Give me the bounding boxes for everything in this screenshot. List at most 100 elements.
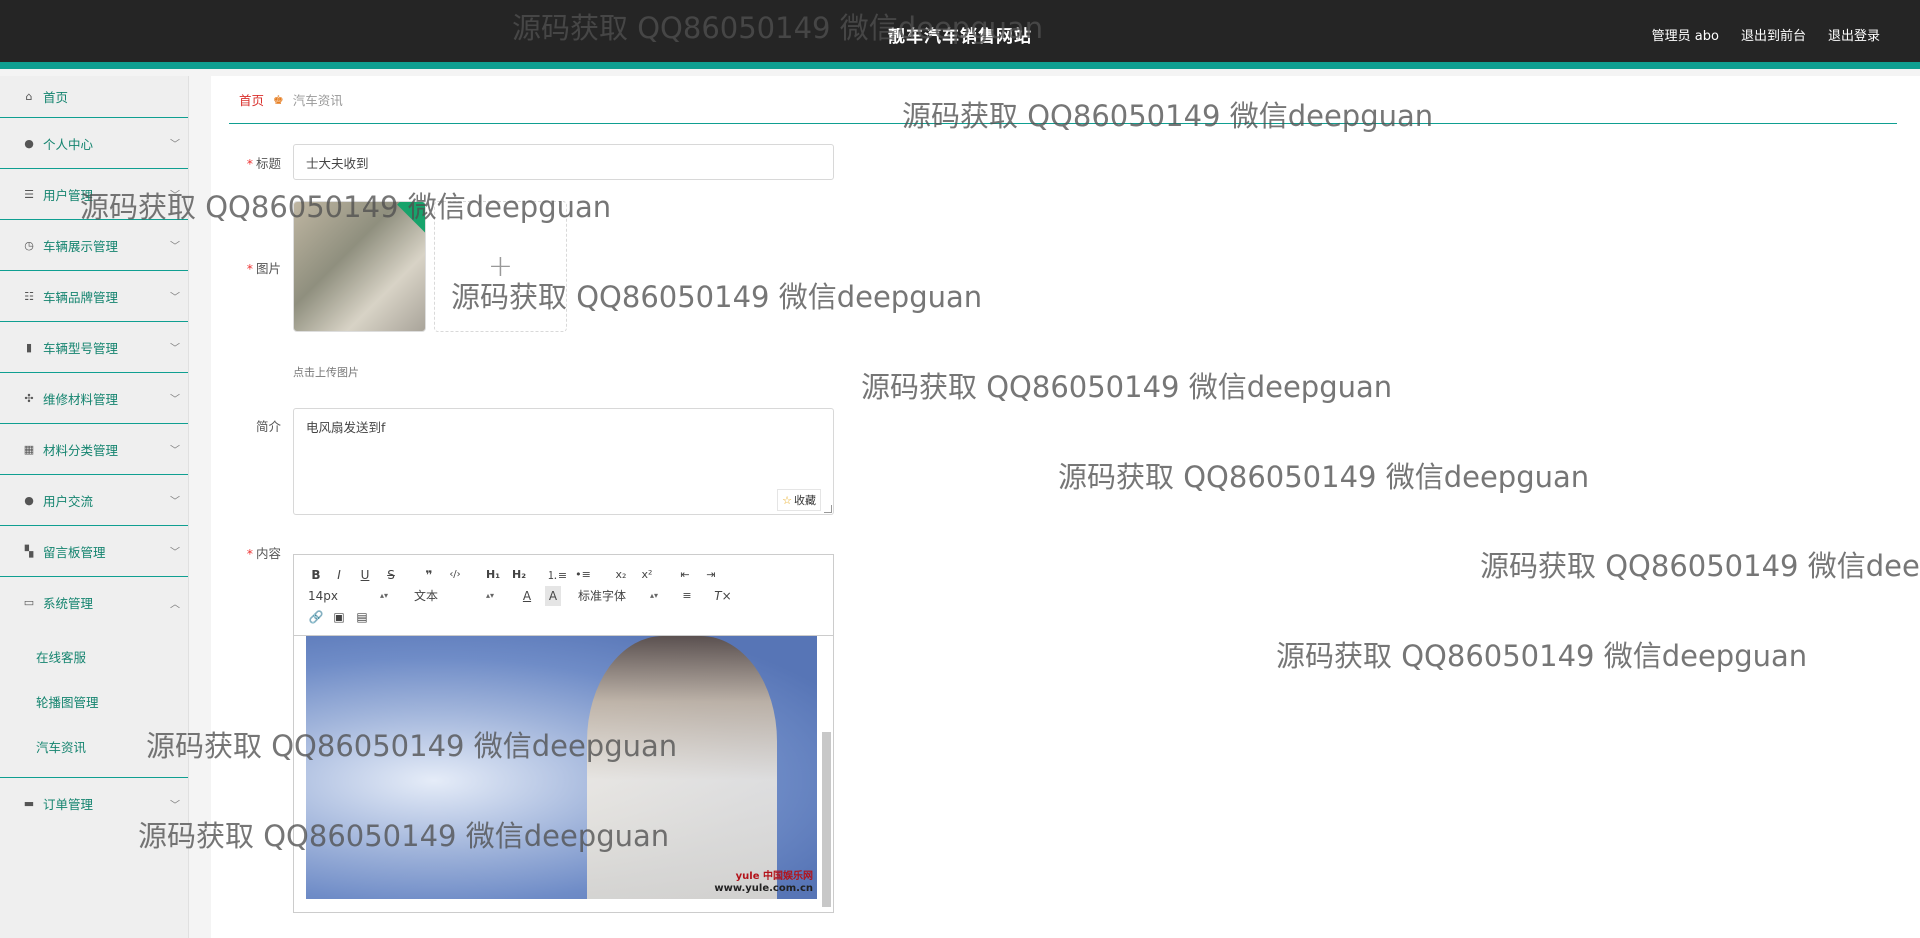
heading2-icon[interactable]: H₂ <box>506 565 532 585</box>
upload-success-badge <box>397 202 425 233</box>
video-icon[interactable]: ▤ <box>352 607 372 627</box>
sidebar-item-label: 个人中心 <box>43 136 94 152</box>
plus-icon: + <box>487 249 514 284</box>
resize-handle[interactable] <box>824 505 832 513</box>
font-color-icon[interactable]: A <box>514 586 540 606</box>
font-size-select[interactable]: 14px ▴▾ <box>306 586 390 606</box>
editor-inline-image[interactable]: yule 中国娱乐网 www.yule.com.cn <box>306 636 817 899</box>
select-arrow-icon: ▴▾ <box>649 591 658 600</box>
sidebar-item-label: 首页 <box>43 90 69 105</box>
chevron-down-icon: ﹀ <box>170 547 180 559</box>
title-label: * 标题 <box>246 156 281 171</box>
uploaded-image-thumbnail[interactable] <box>293 201 426 332</box>
sidebar-item-label: 车辆型号管理 <box>43 340 119 356</box>
sidebar-item-order-management[interactable]: ▬ 订单管理 ﹀ <box>0 778 188 829</box>
system-submenu: 在线客服 轮播图管理 汽车资讯 <box>0 628 188 778</box>
select-arrow-icon: ▴▾ <box>485 591 494 600</box>
superscript-icon[interactable]: x² <box>634 565 660 585</box>
message-icon: ▭ <box>23 596 35 609</box>
sidebar-item-model-management[interactable]: ▮ 车辆型号管理 ﹀ <box>0 322 188 373</box>
ordered-list-icon[interactable]: ⒈≡ <box>544 565 570 585</box>
user-icon: ● <box>24 136 34 150</box>
top-header: 靓车汽车销售网站 管理员 abo 退出到前台 退出登录 <box>0 0 1920 69</box>
sidebar-subitem-online-service[interactable]: 在线客服 <box>0 634 188 679</box>
align-icon[interactable]: ≡ <box>674 586 700 606</box>
sidebar-item-home[interactable]: ⌂ 首页 <box>0 76 188 118</box>
outdent-icon[interactable]: ⇤ <box>672 565 698 585</box>
apps-icon: ▚ <box>24 544 34 558</box>
sidebar-item-user-exchange[interactable]: ● 用户交流 ﹀ <box>0 475 188 526</box>
star-icon: ☆ <box>782 494 792 507</box>
logout-link[interactable]: 退出登录 <box>1828 25 1880 44</box>
link-icon[interactable]: 🔗 <box>306 607 326 627</box>
editor-content[interactable]: yule 中国娱乐网 www.yule.com.cn <box>294 636 833 913</box>
image-figure <box>587 636 777 899</box>
clock-icon: ◷ <box>24 238 34 252</box>
chevron-down-icon: ﹀ <box>170 394 180 406</box>
breadcrumb-home[interactable]: 首页 <box>239 90 264 109</box>
editor-toolbar: B I U S ❞ ‹/› H₁ H₂ ⒈≡ •≡ x₂ x² ⇤ ⇥ 14px… <box>294 555 833 636</box>
sidebar-item-system-management[interactable]: ▭ 系统管理 ︿ <box>0 577 188 628</box>
sidebar-item-brand-management[interactable]: ☷ 车辆品牌管理 ﹀ <box>0 271 188 322</box>
sidebar-item-repair-materials[interactable]: ✣ 维修材料管理 ﹀ <box>0 373 188 424</box>
chevron-down-icon: ﹀ <box>170 445 180 457</box>
sidebar-item-message-board[interactable]: ▚ 留言板管理 ﹀ <box>0 526 188 577</box>
indent-icon[interactable]: ⇥ <box>698 565 724 585</box>
clear-format-icon[interactable]: T× <box>710 586 736 606</box>
chevron-down-icon: ﹀ <box>170 343 180 355</box>
user-icon: ● <box>24 493 34 507</box>
code-block-icon[interactable]: ‹/› <box>442 565 468 585</box>
subscript-icon[interactable]: x₂ <box>608 565 634 585</box>
image-label: * 图片 <box>246 261 281 276</box>
title-input[interactable]: 士大夫收到 <box>293 144 834 180</box>
home-icon: ⌂ <box>25 90 33 103</box>
bullet-list-icon[interactable]: •≡ <box>570 565 596 585</box>
breadcrumb: 首页 ♚ 汽车资讯 <box>229 76 1897 124</box>
background-color-icon[interactable]: A <box>545 585 561 606</box>
sliders-icon: ☷ <box>24 289 34 303</box>
grid-icon: ▦ <box>23 442 35 456</box>
editor-scrollbar[interactable] <box>822 732 831 907</box>
chevron-down-icon: ﹀ <box>170 496 180 508</box>
font-family-select[interactable]: 标准字体 ▴▾ <box>576 586 660 606</box>
sidebar-item-user-management[interactable]: ☰ 用户管理 ﹀ <box>0 169 188 220</box>
sidebar-subitem-car-news[interactable]: 汽车资讯 <box>0 724 188 769</box>
strikethrough-icon[interactable]: S <box>378 565 404 585</box>
sidebar: ⌂ 首页 ● 个人中心 ﹀ ☰ 用户管理 ﹀ ◷ 车辆展示管理 ﹀ ☷ 车辆品牌… <box>0 76 189 938</box>
sidebar-item-material-categories[interactable]: ▦ 材料分类管理 ﹀ <box>0 424 188 475</box>
sidebar-item-label: 用户交流 <box>43 493 94 509</box>
italic-icon[interactable]: I <box>326 565 352 585</box>
breadcrumb-current: 汽车资讯 <box>292 93 343 108</box>
site-title: 靓车汽车销售网站 <box>888 27 1032 47</box>
content-label: * 内容 <box>246 546 281 561</box>
bold-icon[interactable]: B <box>306 565 326 585</box>
image-watermark: yule 中国娱乐网 www.yule.com.cn <box>714 871 813 894</box>
sidebar-item-label: 车辆品牌管理 <box>43 289 119 305</box>
sidebar-item-label: 材料分类管理 <box>43 442 119 458</box>
rich-text-editor: B I U S ❞ ‹/› H₁ H₂ ⒈≡ •≡ x₂ x² ⇤ ⇥ 14px… <box>293 554 834 913</box>
settings-icon: ✣ <box>24 391 34 405</box>
sidebar-item-personal-center[interactable]: ● 个人中心 ﹀ <box>0 118 188 169</box>
sidebar-subitem-carousel[interactable]: 轮播图管理 <box>0 679 188 724</box>
breadcrumb-separator-icon: ♚ <box>273 92 284 107</box>
collect-button[interactable]: ☆ 收藏 <box>777 489 821 511</box>
sidebar-item-label: 订单管理 <box>43 797 94 812</box>
image-icon[interactable]: ▣ <box>326 607 352 627</box>
upload-add-button[interactable]: + <box>434 201 567 332</box>
heading1-icon[interactable]: H₁ <box>480 565 506 585</box>
paragraph-select[interactable]: 文本 ▴▾ <box>412 586 496 606</box>
summary-textarea[interactable]: 电风扇发送到f ☆ 收藏 <box>293 408 834 515</box>
back-to-front-link[interactable]: 退出到前台 <box>1741 25 1806 44</box>
header-actions: 管理员 abo 退出到前台 退出登录 <box>1652 25 1880 44</box>
underline-icon[interactable]: U <box>352 565 378 585</box>
blockquote-icon[interactable]: ❞ <box>416 565 442 585</box>
summary-value: 电风扇发送到f <box>306 420 386 435</box>
list-icon: ☰ <box>24 187 34 201</box>
sidebar-item-vehicle-display[interactable]: ◷ 车辆展示管理 ﹀ <box>0 220 188 271</box>
chevron-down-icon: ﹀ <box>170 190 180 202</box>
admin-label: 管理员 abo <box>1651 29 1719 44</box>
chevron-down-icon: ﹀ <box>170 800 180 811</box>
chat-icon: ▬ <box>23 797 35 810</box>
upload-hint: 点击上传图片 <box>293 366 359 379</box>
sidebar-item-label: 车辆展示管理 <box>43 238 119 254</box>
